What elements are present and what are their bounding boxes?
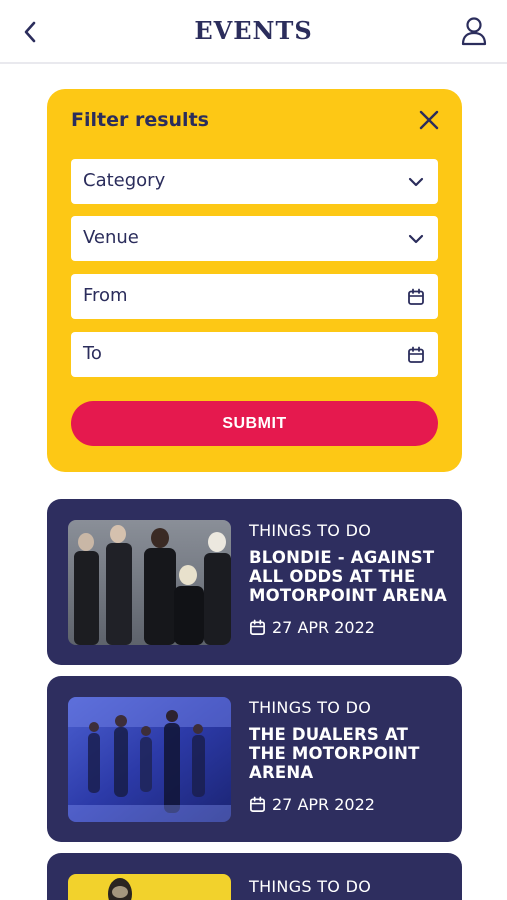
to-date-label: To [83, 343, 102, 364]
chevron-down-icon [406, 172, 426, 192]
page-title: EVENTS [194, 16, 313, 45]
event-image [68, 697, 231, 822]
close-icon [419, 110, 439, 130]
calendar-icon [406, 345, 426, 365]
event-category: THINGS TO DO [249, 521, 372, 540]
event-category: THINGS TO DO [249, 877, 372, 896]
filter-title: Filter results [71, 109, 209, 131]
event-info: THINGS TO DO BLONDIE - AGAINST ALL ODDS … [249, 521, 449, 637]
event-date: 27 APR 2022 [249, 795, 449, 814]
from-date-label: From [83, 285, 128, 306]
venue-select-label: Venue [83, 227, 139, 248]
event-date: 27 APR 2022 [249, 618, 449, 637]
chevron-down-icon [406, 229, 426, 249]
calendar-icon [250, 796, 265, 812]
from-date-field[interactable]: From [71, 274, 438, 319]
event-info: THINGS TO DO [249, 875, 449, 896]
user-icon [461, 17, 487, 46]
submit-button[interactable]: SUBMIT [71, 401, 438, 446]
event-title: THE DUALERS AT THE MOTORPOINT ARENA [249, 725, 420, 782]
filter-panel: Filter results Category Venue From To SU… [47, 89, 462, 472]
calendar-icon [406, 287, 426, 307]
calendar-icon [250, 619, 265, 635]
event-card[interactable]: THINGS TO DO BLONDIE - AGAINST ALL ODDS … [47, 499, 462, 665]
event-card[interactable]: THINGS TO DO THE DUALERS AT THE MOTORPOI… [47, 676, 462, 842]
event-date-text: 27 APR 2022 [272, 795, 375, 814]
event-title: BLONDIE - AGAINST ALL ODDS AT THE MOTORP… [249, 548, 448, 605]
event-category: THINGS TO DO [249, 698, 372, 717]
event-image [68, 874, 231, 900]
event-date-text: 27 APR 2022 [272, 618, 375, 637]
venue-select[interactable]: Venue [71, 216, 438, 261]
event-info: THINGS TO DO THE DUALERS AT THE MOTORPOI… [249, 698, 449, 814]
category-select-label: Category [83, 170, 166, 191]
category-select[interactable]: Category [71, 159, 438, 204]
event-image [68, 520, 231, 645]
filter-close-button[interactable] [414, 105, 444, 135]
app-header: EVENTS [0, 0, 507, 64]
to-date-field[interactable]: To [71, 332, 438, 377]
profile-button[interactable] [457, 14, 491, 48]
event-card[interactable]: THINGS TO DO [47, 853, 462, 900]
